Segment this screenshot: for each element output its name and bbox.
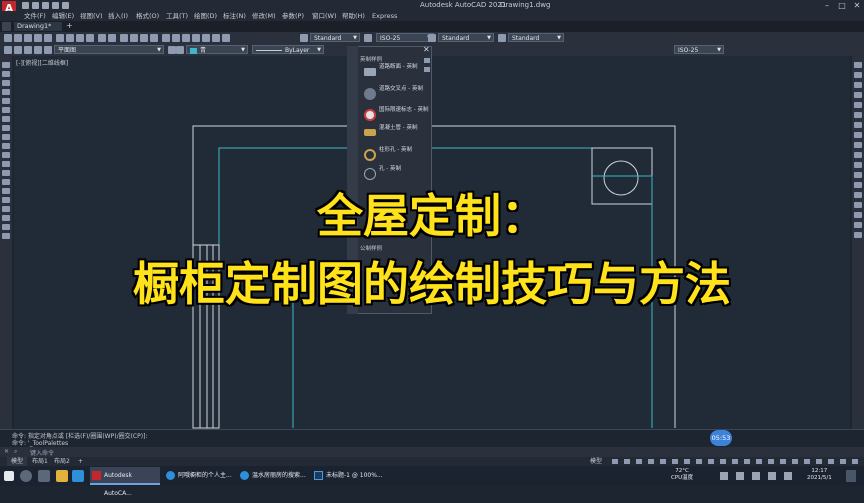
transparency-icon[interactable] — [720, 459, 726, 464]
quick-properties-icon[interactable] — [792, 459, 798, 464]
extend-icon[interactable] — [854, 162, 862, 168]
tray-icon[interactable] — [784, 472, 792, 480]
polygon-icon[interactable] — [2, 89, 10, 95]
customize-icon[interactable] — [852, 459, 858, 464]
annotation-monitor-icon[interactable] — [768, 459, 774, 464]
ortho-icon[interactable] — [648, 459, 654, 464]
ellipse-arc-icon[interactable] — [2, 152, 10, 158]
windows-start-icon[interactable] — [4, 471, 14, 481]
headline-line-2: 橱柜定制图的绘制技巧与方法 — [132, 256, 733, 313]
close-icon[interactable]: ✕ — [423, 45, 430, 54]
cloud-icon[interactable] — [2, 125, 10, 131]
selection-cycling-icon[interactable] — [732, 459, 738, 464]
make-block-icon[interactable] — [2, 170, 10, 176]
browser-icon[interactable] — [72, 470, 84, 482]
counterbore-icon — [364, 149, 376, 161]
taskbar-app-autocad[interactable]: Autodesk AutoCA... — [90, 467, 160, 497]
photoshop-icon — [314, 471, 323, 480]
tab-model[interactable]: 模型 — [7, 457, 28, 466]
lineweight-icon[interactable] — [708, 459, 714, 464]
palette-section-title: 英制样例 — [360, 57, 383, 63]
stretch-icon[interactable] — [854, 142, 862, 148]
clock-date: 2021/5/1 — [807, 475, 832, 481]
array-icon[interactable] — [854, 102, 862, 108]
osnap-track-icon[interactable] — [684, 459, 690, 464]
polyline-icon[interactable] — [2, 80, 10, 86]
input-method-icon[interactable] — [752, 472, 760, 480]
palette-item-road-section[interactable]: 道路断面 - 英制 — [360, 64, 430, 80]
search-icon[interactable] — [20, 470, 32, 482]
lock-ui-icon[interactable] — [804, 459, 810, 464]
spline-icon[interactable] — [2, 134, 10, 140]
tab-layout2[interactable]: 布局2 — [50, 457, 74, 466]
osnap-icon[interactable] — [696, 459, 702, 464]
workspace-icon[interactable] — [756, 459, 762, 464]
close-icon[interactable]: ✕ — [4, 448, 9, 455]
palette-item-road-intersection[interactable]: 道路交叉点 - 英制 — [360, 86, 430, 102]
network-icon[interactable] — [720, 472, 728, 480]
snap-icon[interactable] — [624, 459, 630, 464]
chrome-icon — [166, 471, 175, 480]
file-explorer-icon[interactable] — [56, 470, 68, 482]
search-icon[interactable]: ⌕ — [14, 448, 17, 456]
palette-item-counterbore[interactable]: 柱形孔 - 英制 — [360, 147, 430, 163]
hardware-accel-icon[interactable] — [828, 459, 834, 464]
palette-item-concrete-pipe[interactable]: 混凝土管 - 英制 — [360, 125, 430, 141]
isolate-icon[interactable] — [816, 459, 822, 464]
pipe-icon — [364, 129, 376, 136]
cpu-temp-value: 72°C — [675, 468, 689, 474]
road-intersection-icon — [364, 88, 376, 100]
taskbar-app-browser-2[interactable]: 温水房丽房的搜索... — [238, 467, 308, 485]
hole-icon — [364, 168, 376, 180]
command-line — [0, 447, 864, 457]
arc-icon[interactable] — [2, 107, 10, 113]
erase-icon[interactable] — [854, 62, 862, 68]
mirror-icon[interactable] — [854, 82, 862, 88]
rotate-icon[interactable] — [854, 122, 862, 128]
pin-icon[interactable] — [424, 58, 430, 63]
headline-line-1: 全屋定制： — [316, 188, 549, 245]
taskbar-app-photoshop[interactable]: 未标题-1 @ 100%... — [312, 467, 384, 485]
polar-icon[interactable] — [660, 459, 666, 464]
line-icon[interactable] — [2, 62, 10, 68]
offset-icon[interactable] — [854, 92, 862, 98]
speed-sign-icon — [364, 109, 376, 121]
road-section-icon — [364, 68, 376, 76]
move-icon[interactable] — [854, 112, 862, 118]
insert-block-icon[interactable] — [2, 161, 10, 167]
circle-icon[interactable] — [2, 116, 10, 122]
command-input[interactable]: 键入命令 — [30, 448, 54, 457]
cpu-temp-label: CPU温度 — [671, 475, 694, 481]
units-icon[interactable] — [780, 459, 786, 464]
task-view-icon[interactable] — [38, 470, 50, 482]
ellipse-icon[interactable] — [2, 143, 10, 149]
rectangle-icon[interactable] — [2, 98, 10, 104]
palette-item-speed-sign[interactable]: 国际限速标志 - 英制 — [360, 107, 430, 123]
trim-icon[interactable] — [854, 152, 862, 158]
timer-badge: 05:53 — [710, 430, 732, 446]
add-layout-button[interactable]: + — [74, 457, 87, 466]
command-history-line: 命令: '_ToolPalettes — [12, 440, 69, 447]
chrome-icon — [240, 471, 249, 480]
battery-icon[interactable] — [768, 472, 776, 480]
model-space-toggle[interactable]: 模型 — [590, 457, 602, 466]
annotation-scale-icon[interactable] — [744, 459, 750, 464]
scale-icon[interactable] — [854, 132, 862, 138]
cpu-temperature: 72°C CPU温度 — [671, 468, 693, 482]
copy-object-icon[interactable] — [854, 72, 862, 78]
infer-icon[interactable] — [636, 459, 642, 464]
tab-layout1[interactable]: 布局1 — [28, 457, 52, 466]
autocad-icon — [92, 471, 101, 480]
construction-line-icon[interactable] — [2, 71, 10, 77]
system-clock[interactable]: 12:17 2021/5/1 — [807, 468, 832, 482]
clock-time: 12:17 — [811, 468, 828, 474]
taskbar-app-browser-1[interactable]: 阿哦橱柜的个人主... — [164, 467, 234, 485]
grid-icon[interactable] — [612, 459, 618, 464]
clean-screen-icon[interactable] — [840, 459, 846, 464]
volume-icon[interactable] — [736, 472, 744, 480]
break-at-point-icon[interactable] — [854, 172, 862, 178]
notification-icon[interactable] — [846, 470, 856, 482]
isodraft-icon[interactable] — [672, 459, 678, 464]
